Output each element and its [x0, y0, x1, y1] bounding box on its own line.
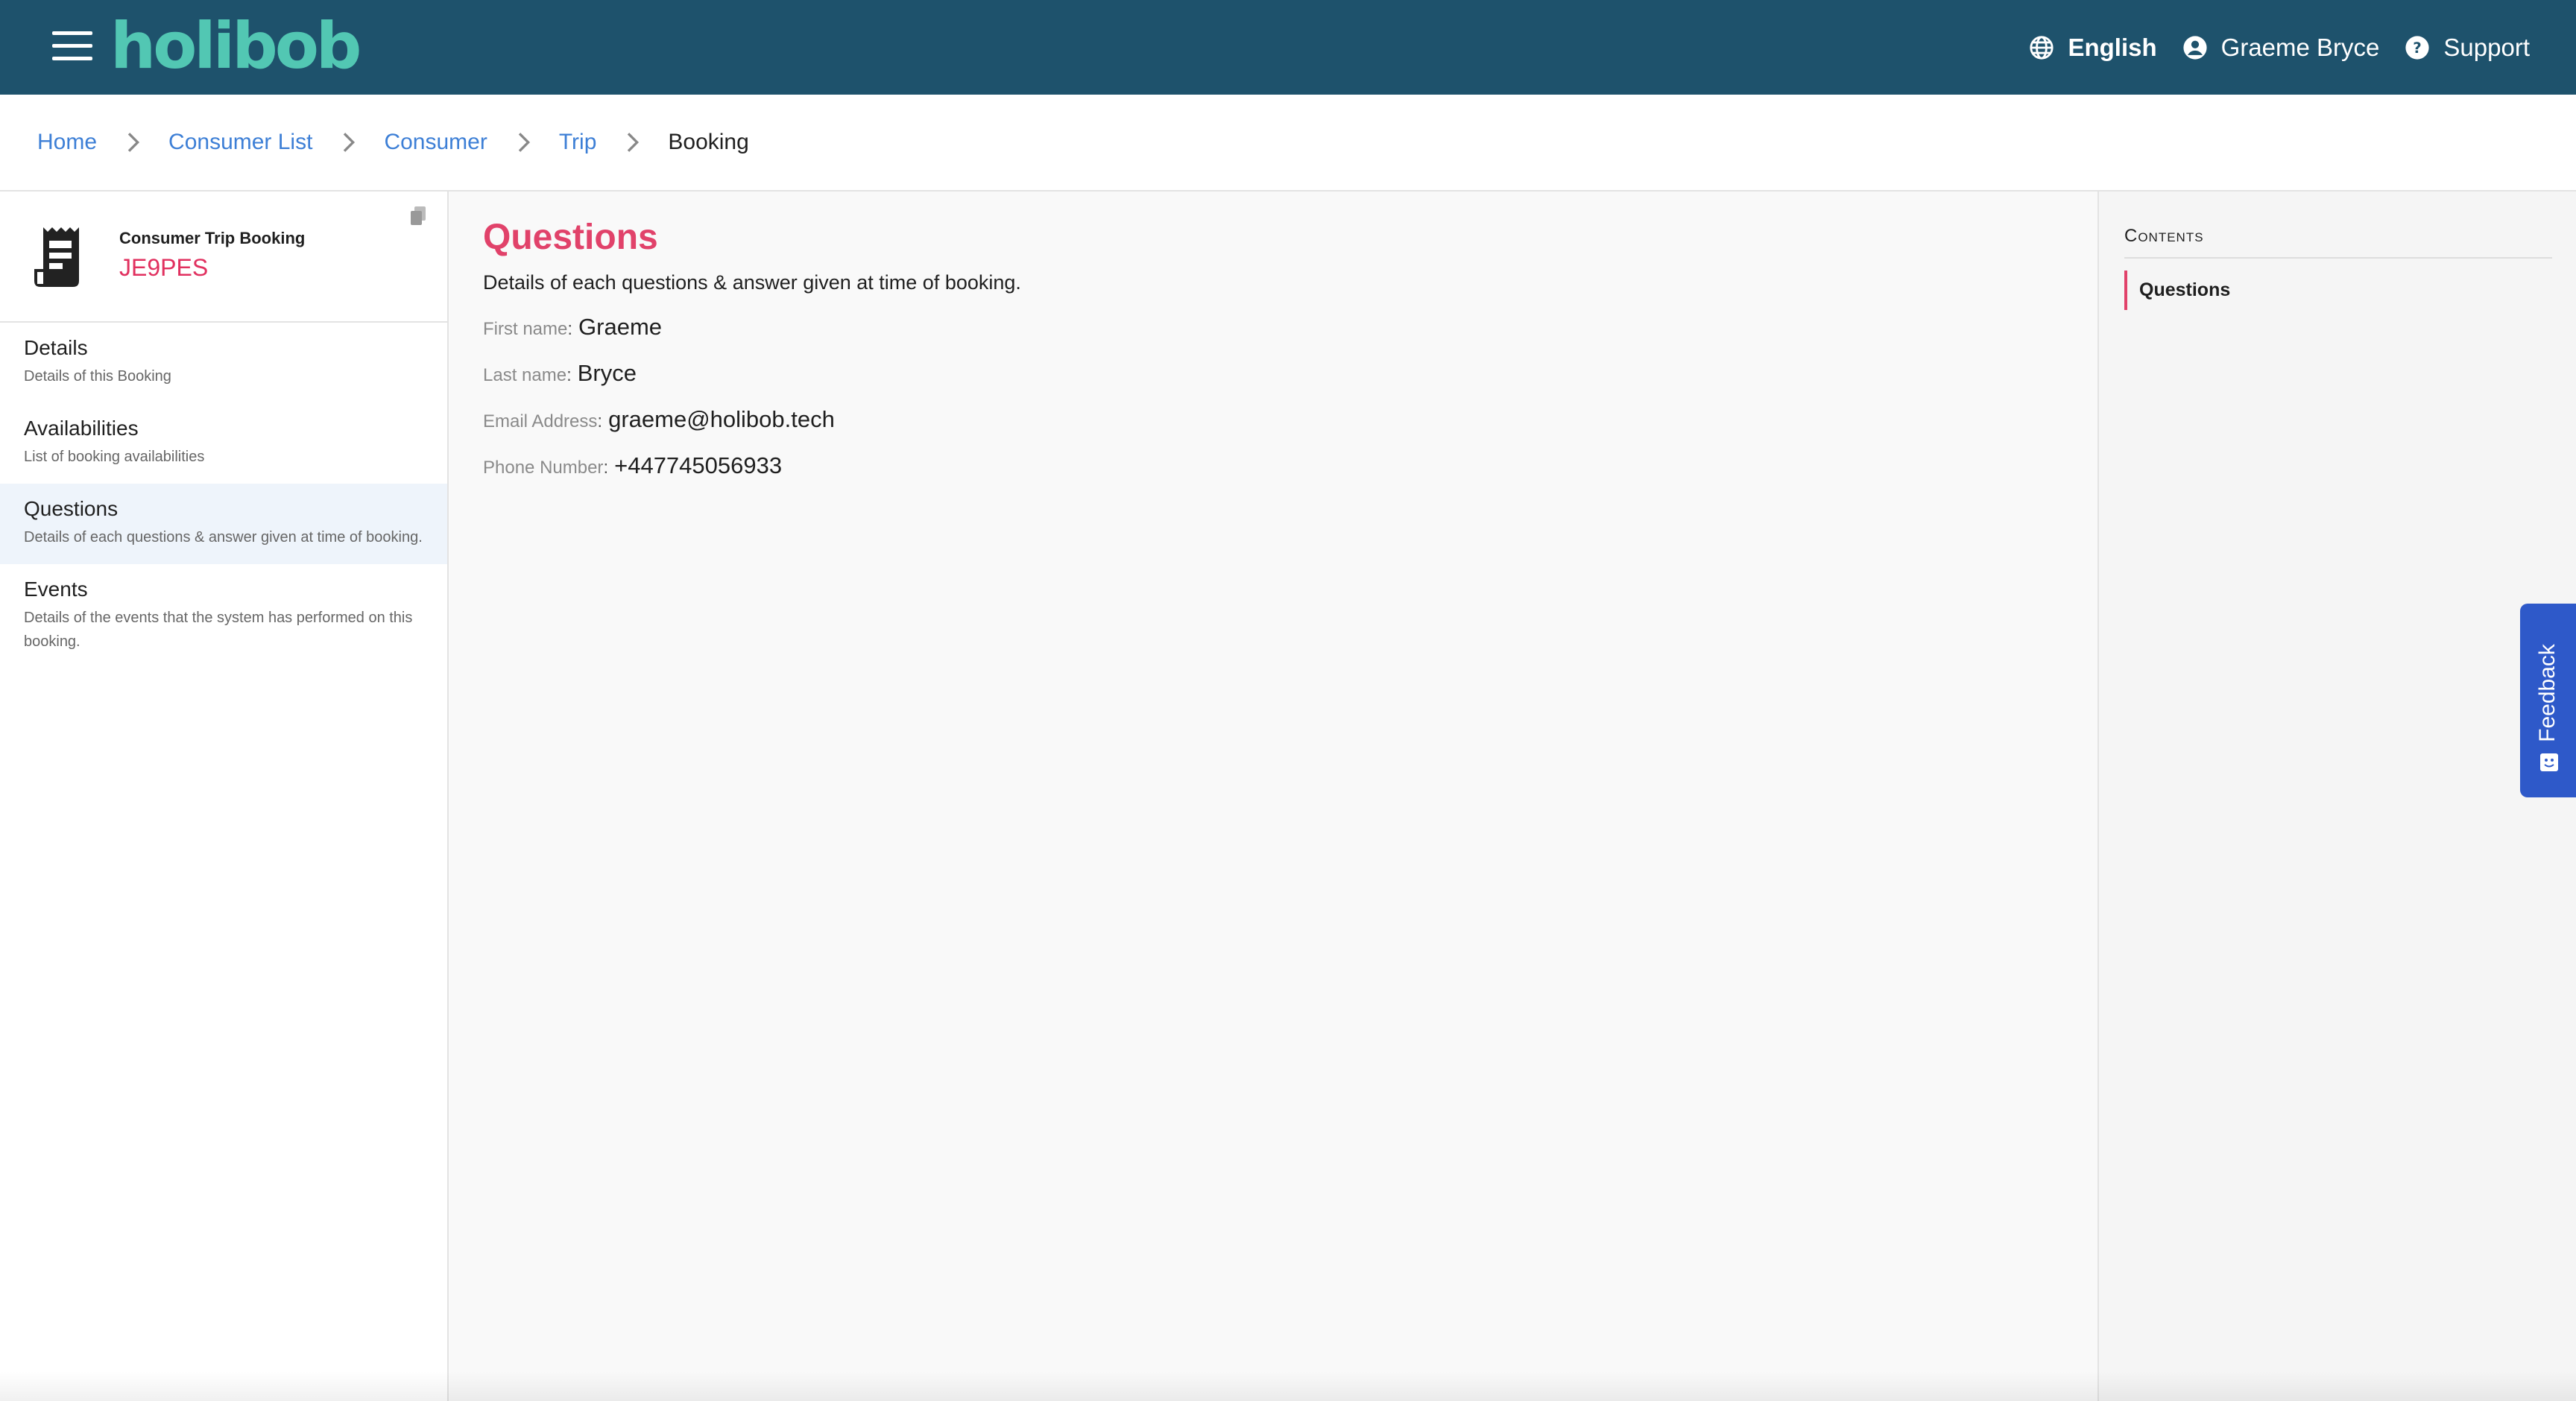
question-label: Email Address — [483, 411, 598, 431]
chevron-right-icon — [127, 133, 140, 152]
sidebar-item-title: Events — [24, 578, 88, 601]
sidebar-item-availabilities[interactable]: Availabilities List of booking availabil… — [0, 403, 447, 484]
top-right-actions: English Graeme Bryce ? Support — [2029, 0, 2530, 95]
sidebar-item-title: Availabilities — [24, 417, 139, 440]
smiley-icon — [2540, 753, 2558, 771]
breadcrumb-home[interactable]: Home — [37, 130, 97, 155]
main-content: Questions Details of each questions & an… — [450, 192, 2097, 1401]
breadcrumb-consumer[interactable]: Consumer — [384, 130, 487, 155]
sidebar-item-title: Questions — [24, 497, 119, 520]
answer-value: +447745056933 — [614, 452, 783, 478]
sidebar-item-desc: Details of the events that the system ha… — [24, 610, 413, 650]
sidebar-item-events[interactable]: Events Details of the events that the sy… — [0, 564, 447, 668]
support-label: Support — [2443, 33, 2530, 61]
page-title: Questions — [483, 218, 658, 257]
help-icon: ? — [2405, 35, 2429, 60]
question-row: Phone Number: +447745056933 — [483, 452, 783, 478]
sidebar-item-desc: Details of each questions & answer given… — [24, 529, 423, 545]
chevron-right-icon — [628, 133, 640, 152]
answer-value: Graeme — [578, 314, 663, 340]
holibob-logo[interactable]: holibob — [110, 10, 362, 82]
breadcrumb-current: Booking — [668, 130, 749, 154]
receipt-icon — [34, 227, 79, 287]
breadcrumb: Home Consumer List Consumer Trip Booking — [0, 95, 2576, 192]
question-label: Last name — [483, 365, 567, 385]
language-label: English — [2068, 33, 2157, 61]
sidebar-item-desc: List of booking availabilities — [24, 449, 205, 465]
copy-icon[interactable] — [410, 206, 426, 226]
contents-panel: Contents Questions — [2097, 192, 2576, 1401]
answer-value: Bryce — [577, 360, 637, 386]
question-row: Email Address: graeme@holibob.tech — [483, 406, 835, 432]
breadcrumb-trip[interactable]: Trip — [559, 130, 597, 155]
sidebar-item-questions[interactable]: Questions Details of each questions & an… — [0, 484, 447, 564]
page-subtitle: Details of each questions & answer given… — [483, 271, 1021, 294]
globe-icon — [2030, 35, 2054, 60]
sidebar: Consumer Trip Booking JE9PES Details Det… — [0, 192, 449, 1401]
feedback-label: Feedback — [2535, 644, 2560, 742]
booking-reference: JE9PES — [119, 254, 209, 281]
question-label: Phone Number — [483, 458, 604, 478]
sidebar-item-details[interactable]: Details Details of this Booking — [0, 323, 447, 403]
chevron-right-icon — [344, 133, 356, 152]
contents-title: Contents — [2124, 226, 2552, 259]
top-app-bar: holibob English Graeme Bryce ? Support — [0, 0, 2576, 95]
hamburger-menu-icon[interactable] — [52, 30, 92, 63]
booking-card: Consumer Trip Booking JE9PES — [0, 192, 447, 323]
account-icon — [2183, 35, 2207, 60]
language-selector[interactable]: English — [2029, 33, 2157, 62]
question-row: First name: Graeme — [483, 314, 663, 340]
sidebar-item-title: Details — [24, 336, 88, 359]
user-menu[interactable]: Graeme Bryce — [2182, 33, 2380, 62]
question-label: First name — [483, 319, 568, 339]
contents-link-questions[interactable]: Questions — [2124, 271, 2552, 310]
question-row: Last name: Bryce — [483, 360, 637, 386]
feedback-button[interactable]: Feedback — [2520, 604, 2576, 797]
chevron-right-icon — [518, 133, 530, 152]
breadcrumb-consumer-list[interactable]: Consumer List — [168, 130, 312, 155]
support-link[interactable]: ? Support — [2405, 34, 2530, 62]
sidebar-item-desc: Details of this Booking — [24, 368, 171, 385]
booking-card-title: Consumer Trip Booking — [119, 229, 306, 247]
svg-text:?: ? — [2414, 39, 2422, 57]
user-name: Graeme Bryce — [2220, 33, 2380, 61]
answer-value: graeme@holibob.tech — [608, 406, 835, 432]
